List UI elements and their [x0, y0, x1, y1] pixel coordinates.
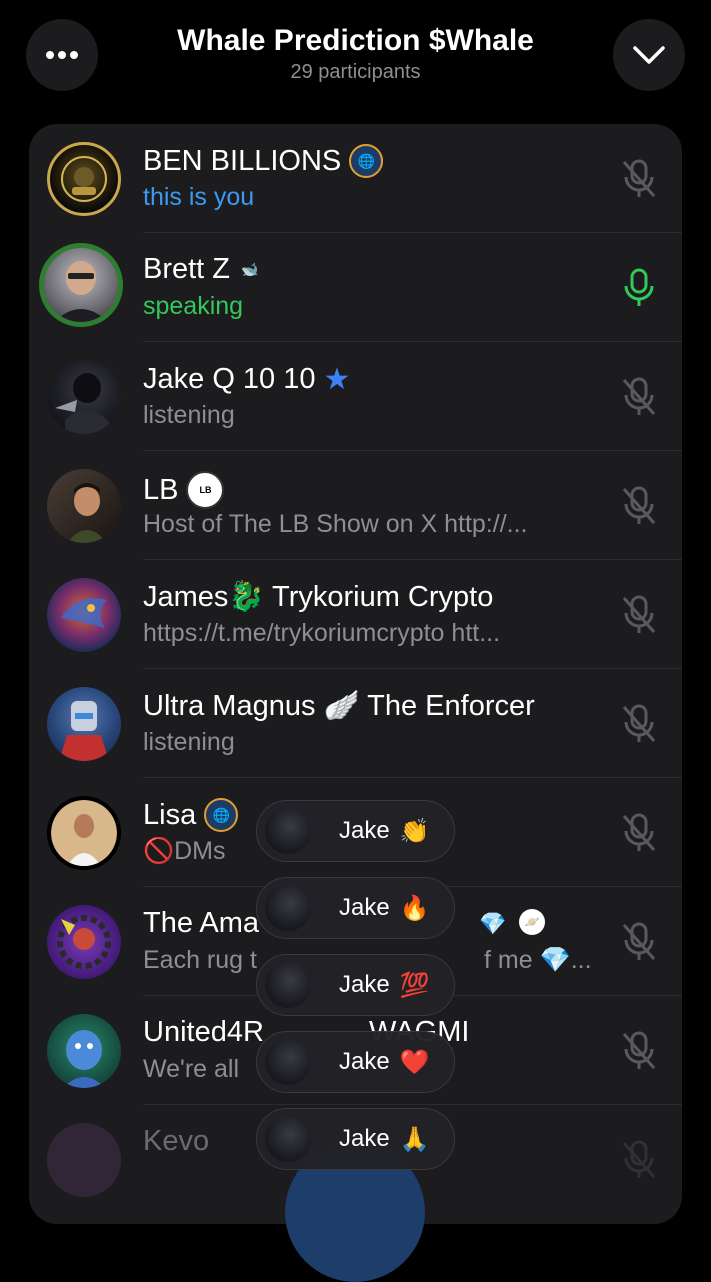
participant-name: Brett Z — [143, 253, 231, 285]
mic-active-icon[interactable] — [619, 266, 659, 310]
participants-count: 29 participants — [290, 61, 421, 83]
participant-row[interactable]: Brett Z 🐋 speaking — [29, 233, 682, 342]
avatar — [265, 808, 311, 854]
mic-muted-icon[interactable] — [619, 1138, 659, 1182]
avatar — [47, 1014, 121, 1088]
avatar — [47, 360, 121, 434]
avatar — [47, 1123, 121, 1197]
avatar — [265, 962, 311, 1008]
avatar — [265, 1116, 311, 1162]
diamond-badge-icon: 💎 — [479, 911, 507, 936]
participant-name: Lisa — [143, 798, 197, 831]
reaction-pill: Jake 🔥 — [256, 877, 455, 939]
participant-row[interactable]: LB LB Host of The LB Show on X http://..… — [29, 451, 682, 560]
participant-row[interactable]: James🐉 Trykorium Crypto https://t.me/try… — [29, 560, 682, 669]
token-badge-icon: 🌐 — [204, 798, 239, 832]
reaction-emoji: 👏 — [399, 817, 430, 845]
reaction-user: Jake — [339, 894, 390, 921]
participant-row[interactable]: Jake Q 10 10 ★ listening — [29, 342, 682, 451]
participant-status: Host of The LB Show on X http://... — [143, 510, 528, 538]
participant-row[interactable]: BEN BILLIONS 🌐 this is you — [29, 124, 682, 233]
mic-muted-icon[interactable] — [619, 920, 659, 964]
reaction-user: Jake — [339, 1125, 390, 1152]
token-badge-icon: 🌐 — [349, 144, 384, 178]
participant-status: We're all — [143, 1055, 240, 1083]
reaction-emoji: 💯 — [399, 971, 430, 999]
participant-name: Ultra Magnus 🪽 The Enforcer — [143, 690, 535, 722]
star-badge-icon: ★ — [323, 363, 351, 396]
reaction-pill: Jake 💯 — [256, 954, 455, 1016]
reaction-user: Jake — [339, 1048, 390, 1075]
mic-muted-icon[interactable] — [619, 484, 659, 528]
mic-muted-icon[interactable] — [619, 811, 659, 855]
participant-name: United4R — [143, 1016, 264, 1048]
avatar — [47, 469, 121, 543]
mic-muted-icon[interactable] — [619, 1029, 659, 1073]
avatar — [265, 885, 311, 931]
reaction-pill: Jake ❤️ — [256, 1031, 455, 1093]
token-badge-icon: 🐋 — [241, 261, 259, 277]
participant-status: 🚫DMs — [143, 837, 226, 865]
avatar — [47, 796, 121, 870]
participant-status: listening — [143, 728, 235, 756]
reaction-emoji: 🙏 — [399, 1125, 430, 1153]
participant-status: listening — [143, 401, 235, 429]
reaction-pill: Jake 🙏 — [256, 1108, 455, 1170]
reaction-pill: Jake 👏 — [256, 800, 455, 862]
reactions-stack: Jake 👏 Jake 🔥 Jake 💯 Jake ❤️ Jake 🙏 — [256, 800, 456, 1180]
avatar — [39, 243, 123, 327]
mic-muted-icon[interactable] — [619, 375, 659, 419]
participant-status: this is you — [143, 183, 255, 211]
participant-row[interactable]: Ultra Magnus 🪽 The Enforcer listening — [29, 669, 682, 778]
planet-badge-icon: 🪐 — [519, 909, 545, 935]
participant-name: The Ama — [143, 907, 260, 939]
chat-title: Whale Prediction $Whale — [177, 24, 534, 57]
collapse-button[interactable] — [613, 19, 685, 91]
participant-name: LB — [143, 473, 179, 506]
reaction-user: Jake — [339, 971, 390, 998]
avatar — [47, 905, 121, 979]
lb-show-badge-icon: LB — [186, 471, 225, 509]
reaction-emoji: 🔥 — [399, 894, 430, 922]
participant-name: BEN BILLIONS — [143, 144, 342, 177]
avatar — [265, 1039, 311, 1085]
mic-muted-icon[interactable] — [619, 157, 659, 201]
participant-name: James🐉 Trykorium Crypto — [143, 581, 494, 613]
mic-muted-icon[interactable] — [619, 702, 659, 746]
participant-status-tail: f me 💎... — [484, 946, 592, 974]
avatar — [47, 142, 121, 216]
mic-muted-icon[interactable] — [619, 593, 659, 637]
participant-status: https://t.me/trykoriumcrypto htt... — [143, 619, 501, 647]
reaction-emoji: ❤️ — [399, 1048, 430, 1076]
avatar — [47, 578, 121, 652]
avatar — [47, 687, 121, 761]
participant-status: Each rug t — [143, 946, 257, 974]
participant-name: Jake Q 10 10 — [143, 363, 316, 395]
reaction-user: Jake — [339, 817, 390, 844]
participant-name: Kevo — [143, 1125, 210, 1157]
participant-status: speaking — [143, 292, 244, 320]
chevron-down-icon — [633, 46, 665, 64]
